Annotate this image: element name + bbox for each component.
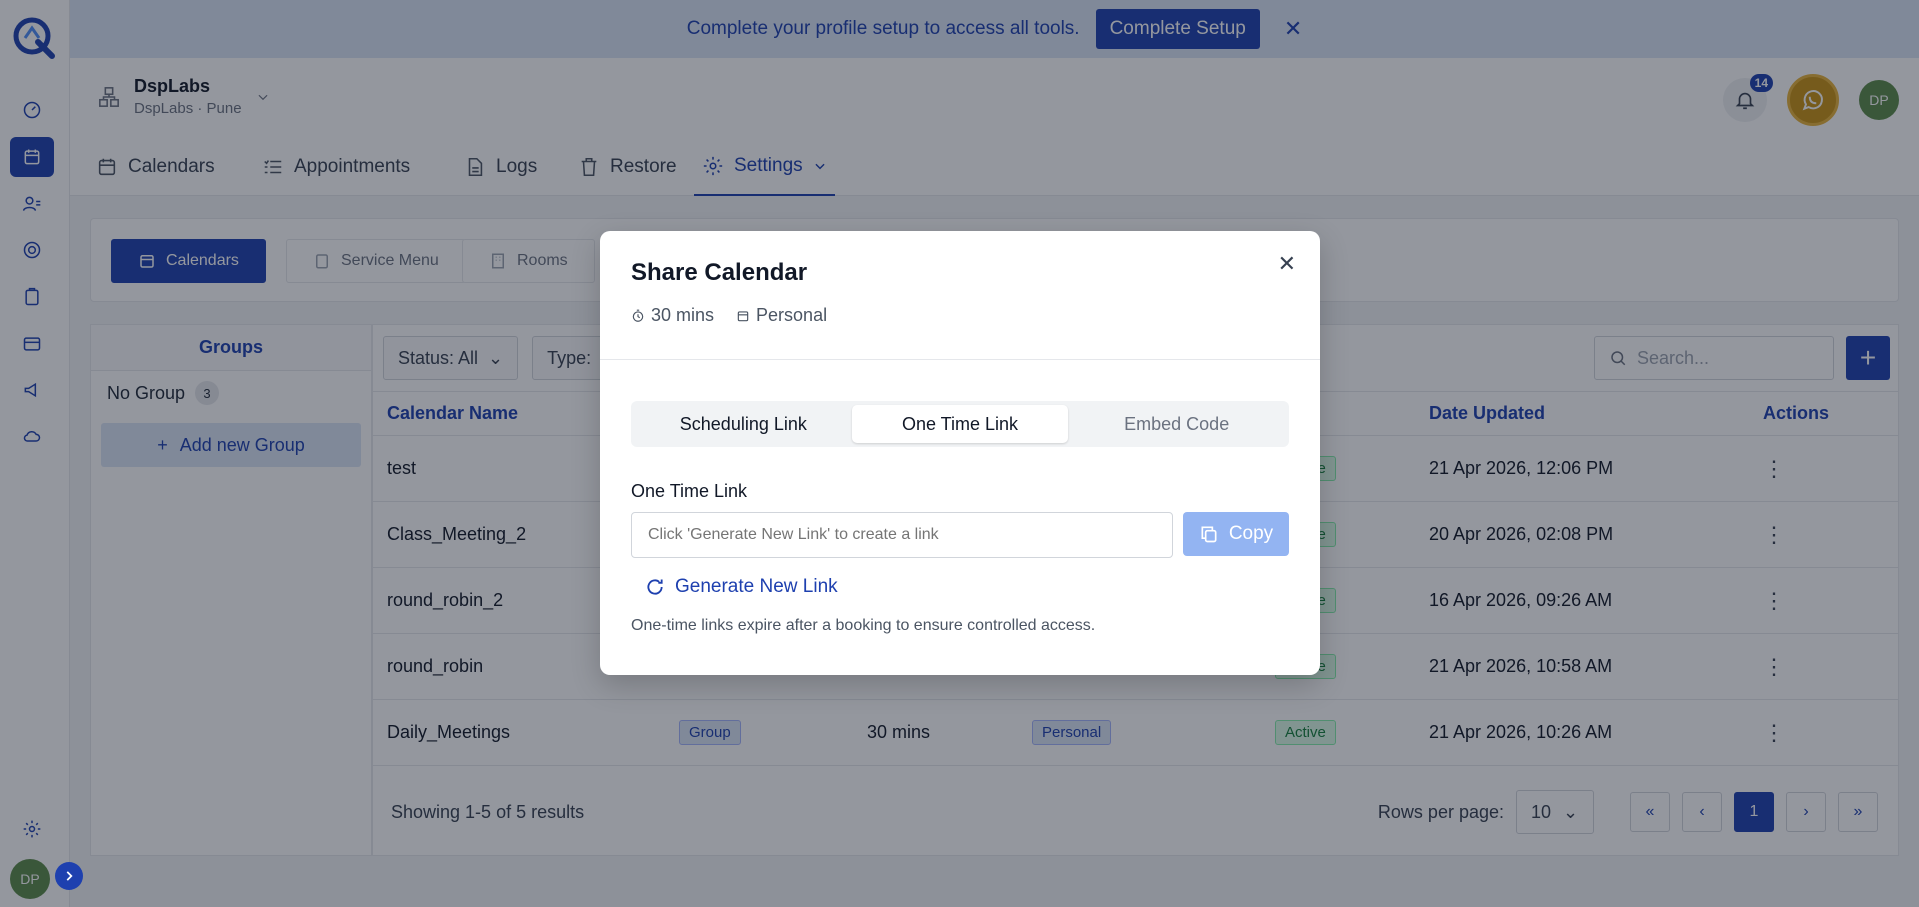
share-calendar-modal: Share Calendar ✕ 30 mins Personal Schedu… — [600, 231, 1320, 675]
copy-icon — [1201, 526, 1217, 543]
one-time-link-label: One Time Link — [631, 481, 748, 501]
chevron-right-icon — [66, 871, 73, 881]
location-text: Personal — [756, 305, 828, 325]
modal-meta: 30 mins Personal — [631, 305, 827, 326]
refresh-icon — [647, 579, 663, 595]
modal-duration: 30 mins — [631, 305, 714, 326]
timer-icon — [632, 309, 644, 322]
tab-scheduling-link[interactable]: Scheduling Link — [635, 405, 852, 443]
copy-label: Copy — [1228, 523, 1274, 544]
tab-one-time-link[interactable]: One Time Link — [851, 405, 1069, 443]
modal-location: Personal — [736, 305, 827, 326]
duration-text: 30 mins — [651, 305, 715, 325]
one-time-link-hint: One-time links expire after a booking to… — [631, 617, 1096, 634]
close-icon[interactable]: ✕ — [1278, 251, 1296, 277]
modal-title: Share Calendar — [631, 259, 808, 286]
copy-button[interactable]: Copy — [1183, 512, 1289, 556]
share-mode-tabs: Scheduling Link One Time Link Embed Code — [631, 401, 1289, 447]
generate-label: Generate New Link — [675, 576, 838, 597]
calendar-icon — [737, 310, 749, 321]
rail-expand-button[interactable] — [55, 862, 83, 890]
one-time-link-input[interactable] — [631, 512, 1173, 558]
tab-embed-code[interactable]: Embed Code — [1068, 405, 1285, 443]
modal-divider — [600, 359, 1320, 360]
generate-new-link-button[interactable]: Generate New Link — [645, 576, 838, 598]
